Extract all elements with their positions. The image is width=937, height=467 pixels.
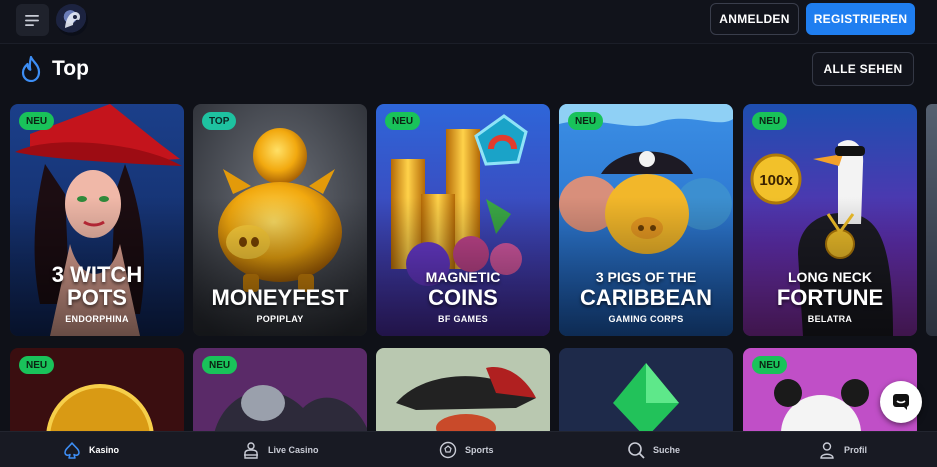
nav-search-label: Suche [653, 445, 681, 455]
bottom-navigation: Kasino Live Casino Sports Suche Profil [0, 431, 937, 467]
game-card-3-pigs-of-the-caribbean[interactable]: NEU 3 PIGS OF THE CARIBBEAN GAMING CORPS [559, 104, 733, 336]
badge-new: NEU [752, 112, 788, 130]
badge-new: NEU [202, 356, 238, 374]
nav-sports-label: Sports [465, 445, 494, 455]
top-header: ANMELDEN REGISTRIEREN [0, 0, 937, 44]
game-title-line2: MONEYFEST [211, 285, 349, 310]
user-icon [820, 442, 834, 459]
site-logo[interactable] [56, 4, 88, 36]
game-title-line2: COINS [428, 285, 498, 310]
game-provider: ENDORPHINA [65, 314, 129, 324]
game-card-row2-1[interactable]: NEU [10, 348, 184, 438]
game-card-moneyfest[interactable]: TOP MONEYFEST POPIPLAY [193, 104, 367, 336]
game-card-row2-3[interactable] [376, 348, 550, 438]
nav-live-casino-label: Live Casino [268, 445, 319, 455]
nav-sports[interactable]: Sports [439, 432, 494, 467]
game-title-line2: FORTUNE [776, 285, 884, 310]
badge-new: NEU [19, 356, 55, 374]
coin-100x-text: 100x [759, 172, 793, 189]
hamburger-menu-icon[interactable] [16, 4, 49, 36]
game-title-line2: CARIBBEAN [580, 285, 712, 310]
nav-search[interactable]: Suche [627, 432, 680, 467]
game-artwork [376, 348, 550, 438]
badge-top: TOP [202, 112, 237, 130]
section-title: Top [52, 57, 89, 80]
game-provider: GAMING CORPS [608, 314, 684, 324]
chat-button[interactable] [880, 381, 922, 423]
soccer-ball-icon [439, 441, 457, 459]
game-card-row2-4[interactable] [559, 348, 733, 438]
next-card-peek[interactable] [926, 104, 937, 336]
badge-new: NEU [568, 112, 604, 130]
flame-icon [21, 56, 41, 82]
nav-kasino-label: Kasino [89, 445, 120, 455]
game-title-line1: 3 PIGS OF THE [595, 269, 697, 285]
spade-icon [64, 442, 80, 459]
game-title-line1: 3 WITCH [51, 262, 143, 287]
game-title-line1: MAGNETIC [425, 269, 501, 285]
badge-new: NEU [385, 112, 421, 130]
nav-kasino[interactable]: Kasino [63, 432, 119, 467]
nav-profile-label: Profil [844, 445, 868, 455]
nav-live-casino[interactable]: Live Casino [242, 432, 319, 467]
see-all-button[interactable]: ALLE SEHEN [812, 52, 914, 86]
casino-page: ANMELDEN REGISTRIEREN Top ALLE SEHEN NEU… [0, 0, 937, 467]
login-button[interactable]: ANMELDEN [710, 3, 799, 35]
game-artwork [559, 348, 733, 438]
game-card-long-neck-fortune[interactable]: 100x NEU LONG NECK FORTUNE BELATRA [743, 104, 917, 336]
game-provider: BF GAMES [438, 314, 488, 324]
register-button[interactable]: REGISTRIEREN [806, 3, 915, 35]
chat-icon [893, 394, 909, 410]
nav-profile[interactable]: Profil [818, 432, 867, 467]
game-card-row2-2[interactable]: NEU [193, 348, 367, 438]
game-provider: POPIPLAY [256, 314, 304, 324]
game-card-magnetic-coins[interactable]: NEU MAGNETIC COINS BF GAMES [376, 104, 550, 336]
dealer-icon [244, 442, 258, 459]
game-title-line2: POTS [67, 285, 127, 310]
search-icon [628, 442, 645, 459]
game-provider: BELATRA [807, 314, 853, 324]
badge-new: NEU [19, 112, 55, 130]
game-card-3-witch-pots[interactable]: NEU 3 WITCH POTS ENDORPHINA [10, 104, 184, 336]
game-title-line1: LONG NECK [788, 269, 872, 285]
badge-new: NEU [752, 356, 788, 374]
